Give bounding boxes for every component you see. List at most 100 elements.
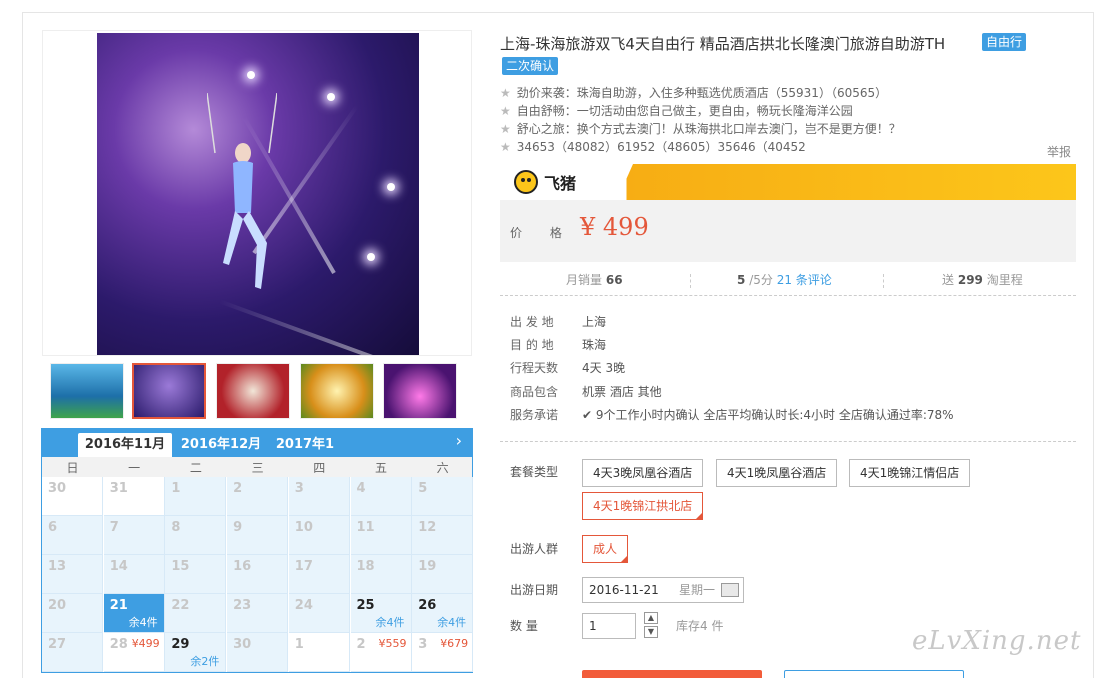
day-number: 24 bbox=[294, 598, 313, 613]
day-number: 7 bbox=[109, 520, 119, 535]
spotlight bbox=[327, 93, 335, 101]
points: 送 299 淘里程 bbox=[942, 273, 1023, 287]
divider bbox=[883, 274, 884, 288]
traveler-option-adult[interactable]: 成人 bbox=[582, 535, 629, 563]
section-divider bbox=[500, 441, 1076, 442]
day-number: 9 bbox=[233, 520, 243, 535]
info-value: 上海 bbox=[582, 315, 607, 329]
thumbnail-stage-dancers[interactable] bbox=[216, 363, 290, 419]
spotlight bbox=[367, 253, 375, 261]
package-option[interactable]: 4天1晚凤凰谷酒店 bbox=[716, 459, 838, 487]
feature-text: 舒心之旅：换个方式去澳门！从珠海拱北口岸去澳门，岂不是更方便！？ bbox=[516, 122, 901, 136]
weekday-row: 日一二三四五六 bbox=[42, 457, 472, 477]
calendar-day: 23 bbox=[227, 594, 289, 633]
day-number: 23 bbox=[233, 598, 252, 613]
calendar-day: 30 bbox=[42, 477, 103, 516]
day-number: 11 bbox=[356, 520, 375, 535]
quantity-input[interactable]: 1 bbox=[582, 613, 636, 639]
stock-remaining: 余2件 bbox=[190, 655, 220, 668]
day-number: 3 bbox=[294, 481, 304, 496]
thumbnail-aerial-show[interactable] bbox=[132, 363, 206, 419]
calendar-day: 13 bbox=[42, 555, 103, 594]
price-box: 价 格 ¥ 499 bbox=[500, 200, 1076, 262]
star-icon: ★ bbox=[500, 122, 511, 136]
stock-remaining: 余4件 bbox=[128, 616, 158, 629]
calendar-day[interactable]: 26 余4件 bbox=[412, 594, 474, 633]
calendar-day: 17 bbox=[288, 555, 350, 594]
calendar-day[interactable]: 29 余2件 bbox=[165, 633, 227, 672]
calendar-day: 9 bbox=[227, 516, 289, 555]
feature-line: ★ 舒心之旅：换个方式去澳门！从珠海拱北口岸去澳门，岂不是更方便！？ bbox=[500, 120, 901, 137]
calendar-day: 6 bbox=[42, 516, 103, 555]
date-label: 出游日期 bbox=[510, 583, 559, 597]
info-value: 机票 酒店 其他 bbox=[582, 385, 662, 399]
info-key: 目 的 地 bbox=[510, 338, 554, 352]
reviews-link[interactable]: 21 条评论 bbox=[777, 273, 832, 287]
day-price: ¥499 bbox=[131, 637, 160, 650]
calendar-day: 14 bbox=[103, 555, 165, 594]
increment-icon[interactable]: ▲ bbox=[644, 612, 658, 624]
day-number: 27 bbox=[48, 637, 67, 652]
calendar-day-selected[interactable]: 21 余4件 bbox=[103, 594, 165, 633]
report-link[interactable]: 举报 bbox=[1047, 143, 1071, 160]
calendar-day: 19 bbox=[412, 555, 474, 594]
monthly-sales: 月销量 66 bbox=[566, 273, 623, 287]
info-key: 服务承诺 bbox=[510, 408, 559, 422]
day-number: 17 bbox=[294, 559, 313, 574]
decrement-icon[interactable]: ▼ bbox=[644, 626, 658, 638]
calendar-day: 1 bbox=[288, 633, 350, 672]
calendar-day[interactable]: 25 余4件 bbox=[350, 594, 412, 633]
chevron-right-icon[interactable]: › bbox=[456, 431, 462, 450]
main-product-image bbox=[42, 30, 472, 356]
thumbnail-dolphin[interactable] bbox=[50, 363, 124, 419]
day-number: 2 bbox=[356, 637, 366, 652]
add-to-cart-button[interactable] bbox=[784, 670, 964, 678]
buy-now-button[interactable] bbox=[582, 670, 762, 678]
departure-calendar: 2016年11月 2016年12月 2017年1月 › 日一二三四五六 3031… bbox=[41, 428, 474, 673]
package-option[interactable]: 4天1晚锦江情侣店 bbox=[849, 459, 971, 487]
tab-month-3[interactable]: 2017年1月 bbox=[270, 433, 340, 476]
thumbnail-strip bbox=[42, 360, 472, 422]
reconfirm-badge: 二次确认 bbox=[502, 57, 559, 75]
tab-month-2[interactable]: 2016年12月 bbox=[176, 433, 266, 457]
calendar-day: 8 bbox=[165, 516, 227, 555]
day-number: 21 bbox=[109, 598, 128, 613]
info-key: 商品包含 bbox=[510, 385, 559, 399]
info-value: 4天 3晚 bbox=[582, 361, 626, 375]
weekday-label: 三 bbox=[251, 461, 264, 475]
light-beam bbox=[219, 299, 390, 355]
day-number: 31 bbox=[109, 481, 128, 496]
rating: 5 /5分 21 条评论 bbox=[737, 273, 832, 287]
info-key: 出 发 地 bbox=[510, 315, 554, 329]
info-row: 出 发 地 上海 bbox=[510, 313, 606, 330]
weekday-label: 四 bbox=[313, 461, 326, 475]
calendar-day: 24 bbox=[288, 594, 350, 633]
date-input[interactable]: 2016-11-21 星期一 bbox=[582, 577, 744, 603]
calendar-day: 12 bbox=[412, 516, 474, 555]
calendar-day: 1 bbox=[165, 477, 227, 516]
day-number: 16 bbox=[233, 559, 252, 574]
product-title: 上海-珠海旅游双飞4天自由行 精品酒店拱北长隆澳门旅游自助游TH bbox=[500, 35, 946, 53]
day-number: 3 bbox=[418, 637, 428, 652]
day-price: ¥679 bbox=[440, 637, 469, 650]
package-option-selected[interactable]: 4天1晚锦江拱北店 bbox=[582, 492, 704, 520]
feature-line: ★ 劲价来袭：珠海自助游，入住多种甄选优质酒店（55931）（60565） bbox=[500, 84, 887, 101]
star-icon: ★ bbox=[500, 140, 511, 154]
thumbnail-golden-show[interactable] bbox=[300, 363, 374, 419]
package-option[interactable]: 4天3晚凤凰谷酒店 bbox=[582, 459, 704, 487]
thumbnail-stage-lights[interactable] bbox=[383, 363, 457, 419]
package-label: 套餐类型 bbox=[510, 465, 559, 479]
calendar-day: 22 bbox=[165, 594, 227, 633]
day-number: 26 bbox=[418, 598, 437, 613]
calendar-icon[interactable] bbox=[721, 583, 739, 597]
check-icon: ✔ bbox=[582, 408, 596, 422]
tab-month-1[interactable]: 2016年11月 bbox=[78, 433, 172, 457]
day-number: 5 bbox=[418, 481, 428, 496]
day-number: 2 bbox=[233, 481, 243, 496]
performer-silhouette bbox=[207, 93, 277, 289]
calendar-day: 11 bbox=[350, 516, 412, 555]
calendar-day: 5 bbox=[412, 477, 474, 516]
info-row: 目 的 地 珠海 bbox=[510, 336, 606, 353]
calendar-day: 7 bbox=[103, 516, 165, 555]
spotlight bbox=[247, 71, 255, 79]
